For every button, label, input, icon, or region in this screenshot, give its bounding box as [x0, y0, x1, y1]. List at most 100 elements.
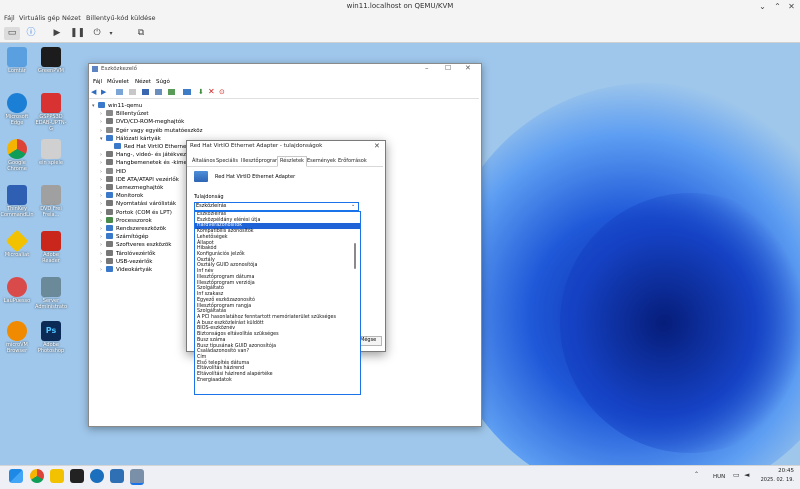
- app-icon: [41, 185, 61, 205]
- tree-item[interactable]: › Hang-, videó- és játékvez: [100, 151, 186, 159]
- dm-close-button[interactable]: ✕: [465, 64, 471, 72]
- tree-item[interactable]: › USB-vezérlők: [100, 257, 153, 266]
- desktop-icon-laupuesso[interactable]: LauPuesso: [0, 277, 34, 304]
- tab-advanced[interactable]: Speciális: [214, 157, 240, 166]
- desktop-icon-chrome[interactable]: Google Chrome: [0, 139, 34, 172]
- tree-item[interactable]: › Monitorok: [100, 192, 143, 200]
- clock-date[interactable]: 2025. 02. 19.: [760, 477, 794, 483]
- tree-item[interactable]: › Processzorok: [100, 216, 152, 225]
- desktop-icon-spiele[interactable]: ein spiele: [34, 139, 68, 166]
- device-category-icon: [106, 225, 113, 231]
- tree-item[interactable]: Red Hat VirtIO Ethernet: [108, 143, 189, 151]
- desktop-icon-thinkey[interactable]: ThinKey CommandLin: [0, 185, 34, 218]
- properties-icon[interactable]: [116, 89, 123, 95]
- scan-hardware-icon[interactable]: [183, 89, 191, 95]
- tree-item[interactable]: › HID: [100, 167, 126, 176]
- dm-menu-file[interactable]: Fájl: [93, 79, 102, 85]
- dm-menu-help[interactable]: Súgó: [156, 79, 170, 85]
- close-button[interactable]: ✕: [786, 1, 797, 12]
- dm-menu-view[interactable]: Nézet: [135, 79, 151, 85]
- tree-item[interactable]: › Hangbemenetek és -kimen: [100, 159, 190, 167]
- help-icon[interactable]: [142, 89, 149, 95]
- clock-time[interactable]: 20:45: [764, 468, 794, 474]
- tree-item[interactable]: › Egér vagy egyéb mutatóeszköz: [100, 126, 203, 135]
- tree-item-label: Hangbemenetek és -kimen: [116, 160, 191, 167]
- pause-button[interactable]: ❚❚: [70, 27, 85, 40]
- tree-root[interactable]: ▾ win11-qemu: [92, 102, 142, 110]
- dm-maximize-button[interactable]: ☐: [445, 64, 451, 72]
- property-option[interactable]: A PCI hasonlatához fenntartott memóriate…: [195, 315, 360, 321]
- dm-minimize-button[interactable]: –: [425, 64, 429, 72]
- desktop-icon-microvm[interactable]: microVM Browser: [0, 321, 34, 354]
- chevron-up-icon[interactable]: ⌃: [694, 471, 699, 478]
- app-icon: [41, 277, 61, 297]
- toolbar: [0, 24, 800, 43]
- tree-item[interactable]: ▾ Hálózati kártyák: [100, 134, 161, 143]
- desktop-icon-edge[interactable]: Microsoft Edge: [0, 93, 34, 126]
- dm-menu-action[interactable]: Művelet: [107, 79, 129, 85]
- desktop-icon-server-admin[interactable]: Server Administrato: [34, 277, 68, 310]
- disable-device-icon[interactable]: ⊙: [219, 88, 225, 96]
- tree-item-label: Red Hat VirtIO Ethernet: [124, 144, 189, 150]
- tree-item[interactable]: › Számítógép: [100, 233, 149, 241]
- desktop-icon-gsp[interactable]: GSPPS3D EDAB-UPTN-G: [34, 93, 68, 132]
- desktop-icon-greenpvm[interactable]: GreenPVM: [34, 47, 68, 74]
- tree-item[interactable]: › Szoftveres eszközök: [100, 241, 171, 249]
- chrome-icon[interactable]: [30, 469, 44, 483]
- view-icon[interactable]: [155, 89, 162, 95]
- menu-view[interactable]: Nézet: [62, 14, 81, 22]
- uninstall-icon[interactable]: ✕: [208, 87, 215, 96]
- tab-driver[interactable]: Illesztőprogram: [239, 157, 282, 166]
- chevron-down-icon[interactable]: ⌄: [351, 202, 355, 208]
- list-scrollbar[interactable]: [354, 243, 356, 269]
- tree-item[interactable]: › IDE ATA/ATAPI vezérlők: [100, 175, 179, 184]
- run-button[interactable]: ▶: [50, 27, 64, 40]
- device-category-icon: [106, 134, 113, 141]
- property-option[interactable]: Energiaadatok: [195, 378, 360, 384]
- browser-icon[interactable]: [90, 469, 104, 483]
- file-explorer-icon[interactable]: [50, 469, 64, 483]
- property-options-list[interactable]: Eszközleírás Eszközpéldány elérési útja Ha…: [194, 211, 361, 395]
- console-view-button[interactable]: ▭: [4, 27, 20, 40]
- minimize-button[interactable]: ⌄: [757, 1, 768, 12]
- tree-item[interactable]: › Billentyűzet: [100, 110, 149, 118]
- rdp-icon[interactable]: [110, 469, 124, 483]
- tree-item[interactable]: › DVD/CD-ROM-meghajtók: [100, 118, 184, 126]
- desktop-icon-recycle-bin[interactable]: Lomtár: [0, 47, 34, 74]
- tree-item[interactable]: › Rendszereszközök: [100, 225, 166, 233]
- tab-details[interactable]: Részletek: [277, 156, 307, 167]
- menu-file[interactable]: Fájl: [4, 14, 15, 22]
- device-category-icon: [106, 175, 113, 182]
- tree-item[interactable]: › Nyomtatási várólisták: [100, 200, 176, 208]
- desktop-icon-photoshop[interactable]: Ps Adobe Photoshop: [34, 321, 68, 354]
- tree-item[interactable]: › Portok (COM és LPT): [100, 208, 172, 217]
- details-view-button[interactable]: ⓘ: [24, 27, 38, 40]
- maximize-button[interactable]: ⌃: [772, 1, 783, 12]
- device-manager-icon[interactable]: [130, 469, 144, 485]
- desktop-icon-microaliat[interactable]: Microaliat: [0, 229, 34, 258]
- update-driver-icon[interactable]: [168, 89, 175, 95]
- back-icon[interactable]: ◀: [91, 88, 96, 96]
- tab-resources[interactable]: Erőforrások: [336, 157, 369, 166]
- menu-virtual-machine[interactable]: Virtuális gép: [19, 14, 60, 22]
- terminal-icon[interactable]: [70, 469, 84, 483]
- tree-item[interactable]: › Lemezmeghajtók: [100, 184, 163, 192]
- shutdown-menu-chevron[interactable]: ▾: [106, 27, 116, 40]
- tree-item[interactable]: › Videokártyák: [100, 266, 152, 274]
- desktop-icon-dvd[interactable]: DVD Frei Freia...: [34, 185, 68, 218]
- forward-icon[interactable]: ▶: [101, 88, 106, 96]
- network-icon[interactable]: ▭: [733, 471, 740, 479]
- start-icon[interactable]: [9, 469, 23, 483]
- volume-icon[interactable]: ◄: [744, 471, 749, 479]
- tree-item[interactable]: › Tárolóvezérlők: [100, 249, 155, 258]
- shutdown-button[interactable]: ⏻: [90, 27, 104, 40]
- enable-device-icon[interactable]: ⬇: [198, 88, 204, 96]
- snapshot-button[interactable]: ⧉: [134, 27, 148, 40]
- tree-item-label: USB-vezérlők: [116, 258, 153, 265]
- menu-send-key[interactable]: Billentyű-kód küldése: [86, 14, 156, 22]
- refresh-icon[interactable]: [129, 89, 136, 95]
- language-indicator[interactable]: HUN: [713, 474, 725, 480]
- tab-events[interactable]: Események: [305, 157, 338, 166]
- dialog-close-button[interactable]: ✕: [374, 142, 380, 150]
- desktop-icon-adobe-reader[interactable]: Adobe Reader: [34, 231, 68, 264]
